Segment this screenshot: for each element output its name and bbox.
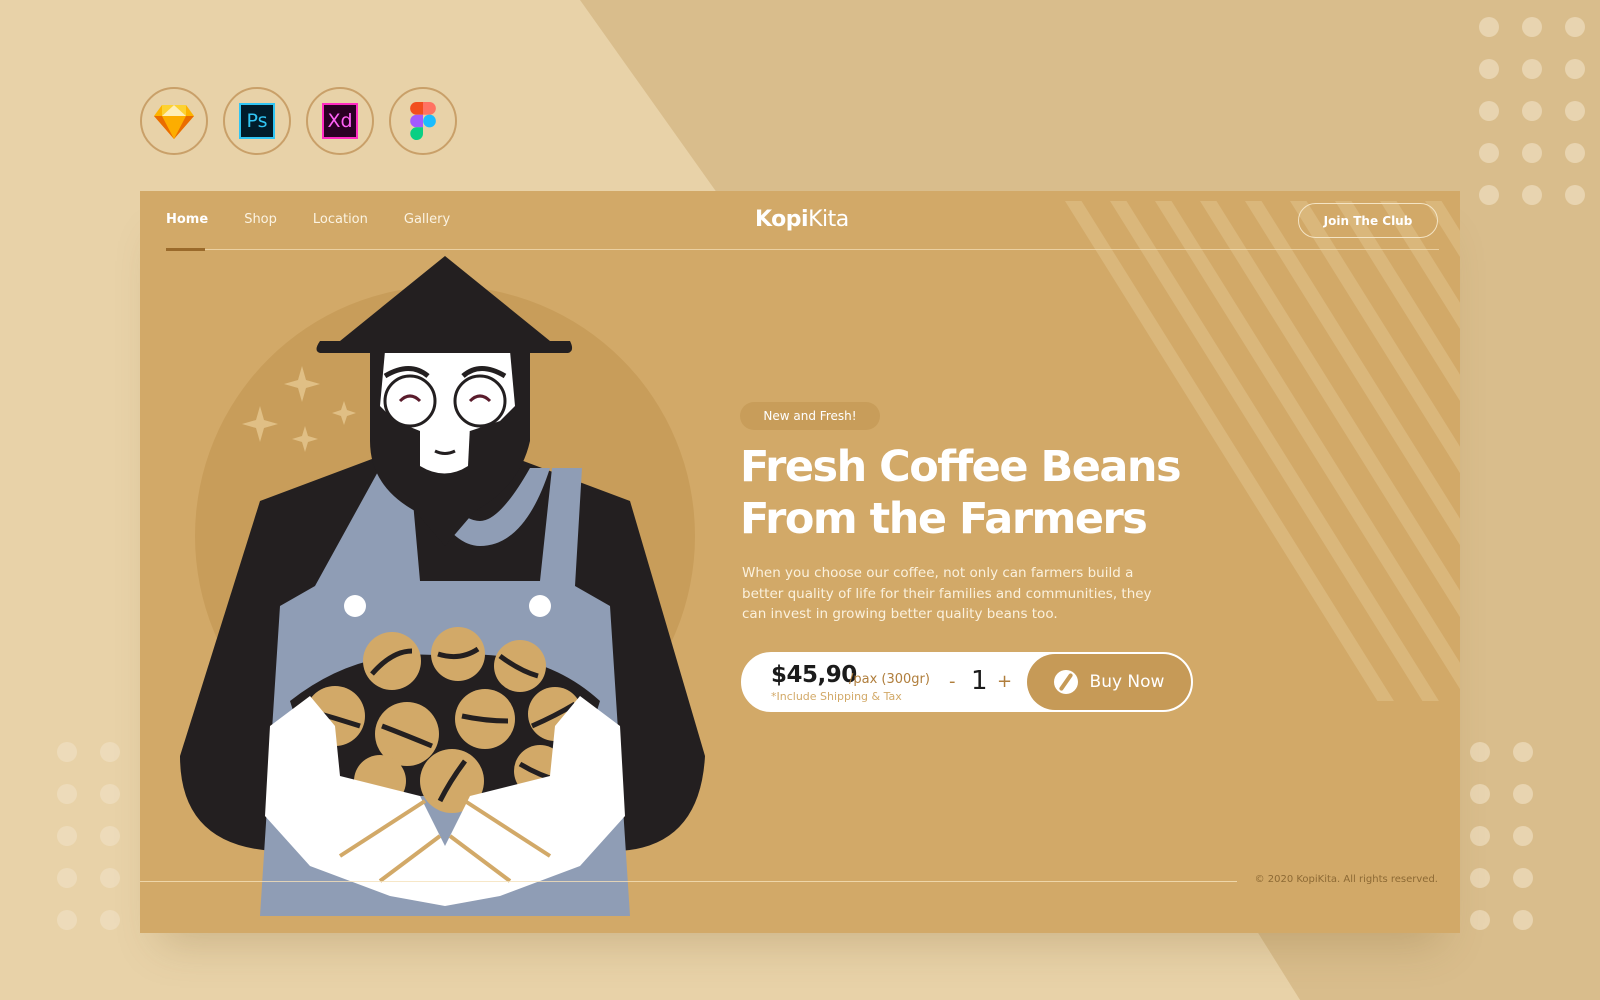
brand-logo[interactable]: KopiKita bbox=[755, 207, 849, 232]
hero-title-line1: Fresh Coffee Beans bbox=[740, 442, 1182, 492]
photoshop-badge: Ps bbox=[223, 87, 291, 155]
figma-badge bbox=[389, 87, 457, 155]
mustache bbox=[420, 418, 470, 474]
barista-illustration bbox=[180, 256, 705, 916]
nav-home[interactable]: Home bbox=[166, 212, 208, 227]
quantity-value: 1 bbox=[971, 666, 988, 696]
price-note: *Include Shipping & Tax bbox=[771, 690, 902, 703]
price: $45,90 bbox=[771, 662, 857, 688]
brand-logo-bold: Kopi bbox=[755, 207, 809, 232]
decorative-dots-bottom-right bbox=[1470, 742, 1533, 930]
brand-logo-light: Kita bbox=[808, 207, 849, 232]
apron-button-right bbox=[529, 595, 551, 617]
purchase-bar: $45,90 /pax (300gr) *Include Shipping & … bbox=[741, 652, 1193, 712]
quantity-increment-button[interactable]: + bbox=[997, 671, 1012, 692]
active-nav-indicator bbox=[166, 248, 205, 251]
xd-badge: Xd bbox=[306, 87, 374, 155]
xd-icon: Xd bbox=[322, 103, 358, 139]
coffee-bean-icon bbox=[1053, 670, 1078, 694]
apron-button-left bbox=[344, 595, 366, 617]
glasses-right bbox=[453, 374, 507, 428]
nav-shop[interactable]: Shop bbox=[244, 212, 277, 227]
price-unit: /pax (300gr) bbox=[849, 672, 930, 687]
join-club-button[interactable]: Join The Club bbox=[1298, 203, 1438, 238]
decorative-dots-top-right bbox=[1479, 17, 1585, 205]
figma-icon bbox=[410, 102, 436, 140]
sketch-icon bbox=[154, 105, 194, 139]
copyright-text: © 2020 KopiKita. All rights reserved. bbox=[1254, 874, 1438, 885]
nav-divider bbox=[166, 249, 1439, 250]
hero-description: When you choose our coffee, not only can… bbox=[742, 565, 1152, 622]
photoshop-icon: Ps bbox=[239, 103, 275, 139]
sketch-badge bbox=[140, 87, 208, 155]
new-badge: New and Fresh! bbox=[740, 402, 880, 430]
decorative-dots-bottom-left bbox=[57, 742, 120, 930]
glasses-left bbox=[383, 374, 437, 428]
tool-icons: Ps Xd bbox=[140, 87, 457, 155]
nav-gallery[interactable]: Gallery bbox=[404, 212, 450, 227]
footer-divider bbox=[140, 881, 1237, 882]
hero-title-line2: From the Farmers bbox=[740, 494, 1148, 544]
hero-title: Fresh Coffee Beans From the Farmers bbox=[740, 441, 1300, 545]
buy-now-button[interactable]: Buy Now bbox=[1027, 654, 1191, 710]
nav-location[interactable]: Location bbox=[313, 212, 368, 227]
quantity-decrement-button[interactable]: - bbox=[949, 671, 956, 692]
landing-page-card: Home Shop Location Gallery KopiKita Join… bbox=[140, 191, 1460, 933]
buy-now-label: Buy Now bbox=[1089, 672, 1165, 692]
main-nav: Home Shop Location Gallery bbox=[166, 212, 450, 227]
